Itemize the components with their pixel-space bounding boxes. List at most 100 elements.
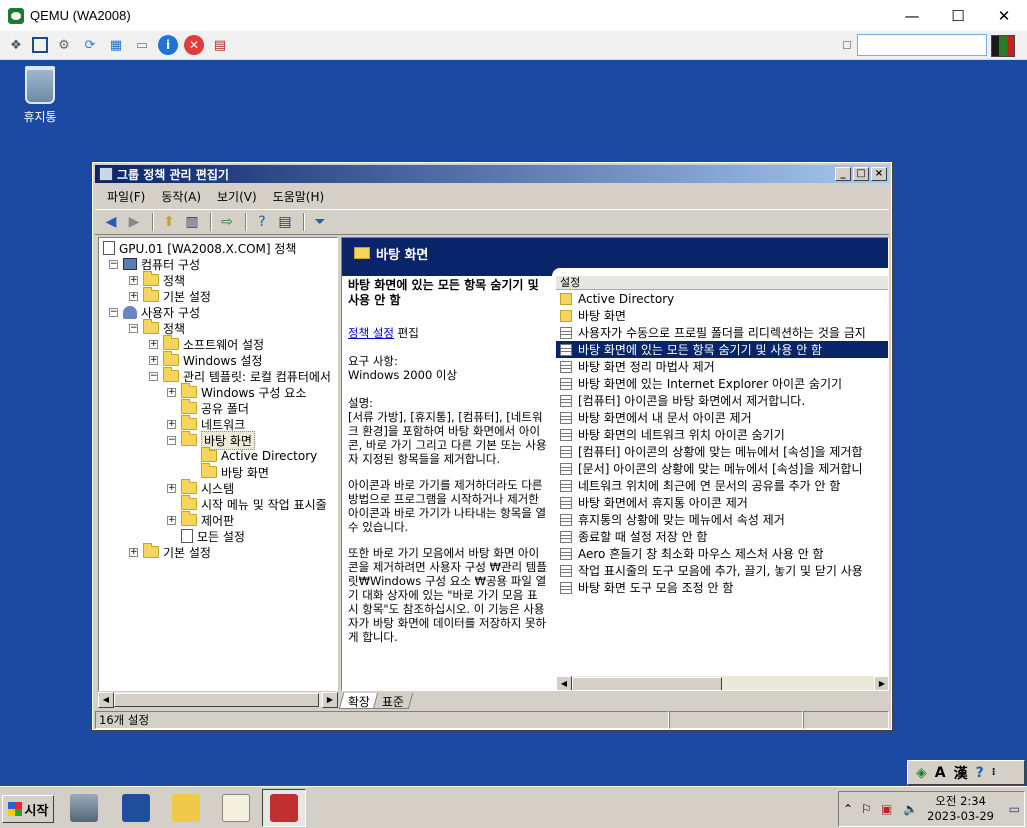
scroll-left-icon[interactable]: ◀	[556, 676, 572, 690]
tree-item-computer-config[interactable]: 컴퓨터 구성	[123, 256, 200, 272]
menu-file[interactable]: 파일(F)	[107, 188, 145, 205]
tree-item-shared-folders[interactable]: 공유 폴더	[181, 399, 249, 416]
tree-item-windows-settings[interactable]: Windows 설정	[163, 351, 262, 368]
ime-icon[interactable]: ◈	[916, 765, 927, 781]
tree-item-user-config[interactable]: 사용자 구성	[123, 304, 200, 320]
show-desktop-icon[interactable]: ▭	[1009, 802, 1020, 816]
scroll-left-icon[interactable]: ◀	[98, 692, 114, 708]
properties-icon[interactable]: ▤	[275, 212, 295, 232]
scroll-right-icon[interactable]: ▶	[322, 692, 338, 708]
windows-icon[interactable]: ▦	[106, 35, 126, 55]
show-hide-tree-icon[interactable]: ▥	[182, 212, 202, 232]
back-icon[interactable]: ◀	[101, 212, 121, 232]
tree-item-user-policy[interactable]: 정책	[143, 319, 185, 336]
flag-icon[interactable]: ⚐	[861, 802, 872, 816]
tree-item-admin-templates[interactable]: 관리 템플릿: 로컬 컴퓨터에서	[163, 367, 331, 384]
tree-item-desktop-sub[interactable]: 바탕 화면	[201, 463, 269, 480]
expand-icon[interactable]: +	[167, 388, 176, 397]
small-checkbox[interactable]	[843, 41, 851, 49]
expand-icon[interactable]: +	[129, 548, 138, 557]
tree-item-user-preferences[interactable]: 기본 설정	[143, 543, 211, 560]
list-item-setting[interactable]: 휴지통의 상황에 맞는 메뉴에서 속성 제거	[556, 511, 888, 528]
expand-icon[interactable]: +	[149, 356, 158, 365]
maximize-button[interactable]: ☐	[935, 0, 981, 31]
filter-icon[interactable]: ⏷	[310, 212, 330, 232]
scroll-thumb[interactable]	[572, 677, 722, 690]
collapse-icon[interactable]: −	[167, 436, 176, 445]
list-item-setting[interactable]: 바탕 화면에 있는 Internet Explorer 아이콘 숨기기	[556, 375, 888, 392]
fullscreen-icon[interactable]	[32, 37, 48, 53]
list-item-setting[interactable]: 바탕 화면에 있는 모든 항목 숨기기 및 사용 안 함	[556, 341, 888, 358]
tree-item-windows-components[interactable]: Windows 구성 요소	[181, 383, 306, 400]
search-input[interactable]	[857, 34, 987, 56]
list-item-setting[interactable]: 바탕 화면 정리 마법사 제거	[556, 358, 888, 375]
tree-item-all-settings[interactable]: 모든 설정	[181, 528, 245, 544]
forward-icon[interactable]: ▶	[124, 212, 144, 232]
gpedit-close-button[interactable]: ×	[871, 167, 887, 181]
menu-help[interactable]: 도움말(H)	[273, 188, 325, 205]
gear-icon[interactable]: ⚙	[54, 35, 74, 55]
list-item-setting[interactable]: 작업 표시줄의 도구 모음에 추가, 끌기, 놓기 및 닫기 사용	[556, 562, 888, 579]
collapse-icon[interactable]: −	[109, 260, 118, 269]
help-icon[interactable]: ?	[976, 765, 984, 781]
tree-item-computer-policy[interactable]: 정책	[143, 271, 185, 288]
list-item-setting[interactable]: [컴퓨터] 아이콘의 상황에 맞는 메뉴에서 [속성]을 제거합	[556, 443, 888, 460]
info-icon[interactable]: i	[158, 35, 178, 55]
langbar-options-icon[interactable]: ⁝	[992, 767, 996, 778]
expand-icon[interactable]: +	[167, 420, 176, 429]
list-item-setting[interactable]: 사용자가 수동으로 프로필 폴더를 리디렉션하는 것을 금지	[556, 324, 888, 341]
list-item-setting[interactable]: 바탕 화면의 네트워크 위치 아이콘 숨기기	[556, 426, 888, 443]
tree-item-start-menu[interactable]: 시작 메뉴 및 작업 표시줄	[181, 495, 327, 512]
hanja-button[interactable]: 漢	[954, 763, 968, 783]
volume-icon[interactable]: 🔈	[903, 802, 918, 816]
taskbar-powershell[interactable]	[114, 789, 158, 827]
tree-horizontal-scrollbar[interactable]: ◀ ▶	[98, 691, 338, 708]
recycle-bin[interactable]: 휴지통	[18, 66, 62, 125]
list-item-folder[interactable]: 바탕 화면	[556, 307, 888, 324]
column-header-setting[interactable]: 설정	[556, 276, 888, 290]
network-icon[interactable]: ▣	[881, 802, 892, 816]
collapse-icon[interactable]: −	[109, 308, 118, 317]
list-horizontal-scrollbar[interactable]: ◀ ▶	[556, 676, 888, 690]
scroll-thumb[interactable]	[114, 693, 319, 707]
taskbar-explorer[interactable]	[164, 789, 208, 827]
taskbar-gpedit[interactable]	[262, 789, 306, 827]
help-icon[interactable]: ?	[252, 212, 272, 232]
gpedit-minimize-button[interactable]: _	[835, 167, 851, 181]
stop-icon[interactable]: ✕	[184, 35, 204, 55]
tree-item-system[interactable]: 시스템	[181, 479, 234, 496]
list-item-setting[interactable]: 바탕 화면에서 내 문서 아이콘 제거	[556, 409, 888, 426]
usb-icon[interactable]: ▭	[132, 35, 152, 55]
expand-icon[interactable]: +	[167, 516, 176, 525]
tree-item-desktop[interactable]: 바탕 화면	[181, 430, 255, 450]
menu-action[interactable]: 동작(A)	[161, 188, 201, 205]
cube-icon[interactable]: ❖	[6, 35, 26, 55]
clock[interactable]: 오전 2:34 2023-03-29	[927, 794, 994, 824]
expand-icon[interactable]: +	[149, 340, 158, 349]
flag-icon[interactable]	[991, 35, 1015, 57]
list-item-setting[interactable]: 바탕 화면에서 휴지통 아이콘 제거	[556, 494, 888, 511]
list-item-setting[interactable]: 네트워크 위치에 최근에 연 문서의 공유를 추가 안 함	[556, 477, 888, 494]
list-item-setting[interactable]: 바탕 화면 도구 모음 조정 안 함	[556, 579, 888, 596]
list-item-folder[interactable]: Active Directory	[556, 290, 888, 307]
menu-view[interactable]: 보기(V)	[217, 188, 257, 205]
up-folder-icon[interactable]: ⬆	[159, 212, 179, 232]
list-item-setting[interactable]: [컴퓨터] 아이콘을 바탕 화면에서 제거합니다.	[556, 392, 888, 409]
list-item-setting[interactable]: [문서] 아이콘의 상황에 맞는 메뉴에서 [속성]을 제거합니	[556, 460, 888, 477]
edit-policy-link[interactable]: 정책 설정	[348, 326, 394, 340]
tree-item-computer-preferences[interactable]: 기본 설정	[143, 287, 211, 304]
tree-item-control-panel[interactable]: 제어판	[181, 511, 234, 528]
taskbar-notepad[interactable]	[214, 789, 258, 827]
tray-expand-icon[interactable]: ⌃	[843, 802, 853, 816]
disk-icon[interactable]: ▤	[210, 35, 230, 55]
expand-icon[interactable]: +	[167, 484, 176, 493]
minimize-button[interactable]: —	[889, 0, 935, 31]
export-list-icon[interactable]: ⇨	[217, 212, 237, 232]
close-button[interactable]: ✕	[981, 0, 1027, 31]
expand-icon[interactable]: +	[129, 292, 138, 301]
tree-item-software-settings[interactable]: 소프트웨어 설정	[163, 335, 264, 352]
taskbar-server-manager[interactable]	[62, 789, 106, 827]
expand-icon[interactable]: +	[129, 276, 138, 285]
tree-item-root[interactable]: GPU.01 [WA2008.X.COM] 정책	[103, 240, 296, 256]
collapse-icon[interactable]: −	[149, 372, 158, 381]
